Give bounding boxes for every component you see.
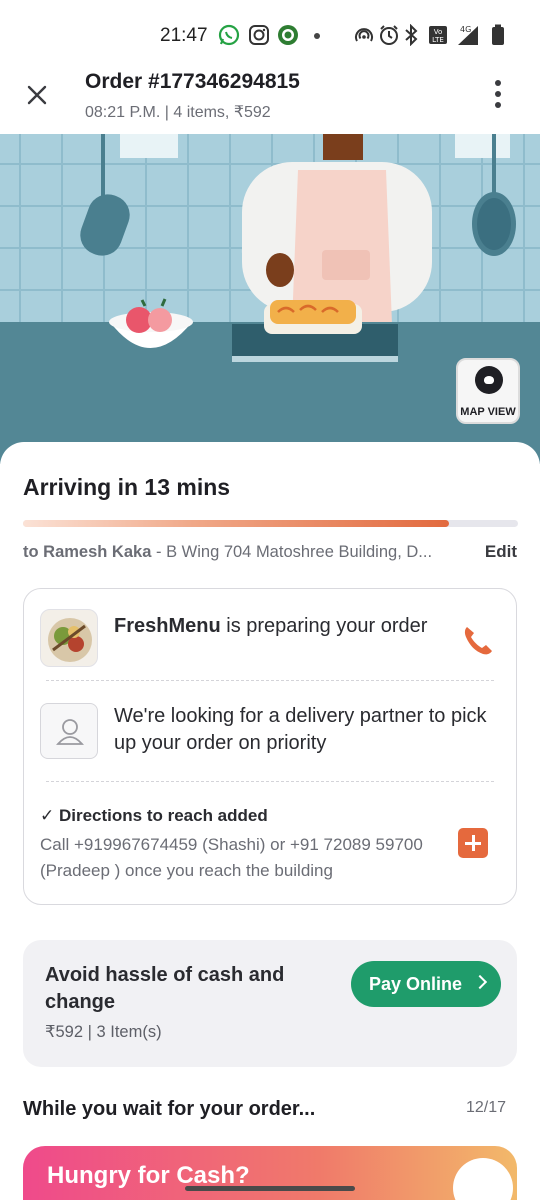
hotspot-icon: [355, 28, 373, 42]
preparing-status: FreshMenu is preparing your order: [114, 613, 444, 639]
call-restaurant-icon[interactable]: [458, 621, 498, 661]
whatsapp-icon: [218, 24, 240, 46]
pay-online-button[interactable]: Pay Online: [351, 961, 501, 1007]
dot-icon: [314, 33, 320, 39]
address-separator: -: [151, 543, 167, 561]
address-text: B Wing 704 Matoshree Building, D...: [166, 543, 433, 561]
delivery-address[interactable]: to Ramesh Kaka - B Wing 704 Matoshree Bu…: [23, 543, 453, 562]
signal-icon: 4G: [458, 25, 478, 45]
order-title: Order #177346294815: [85, 70, 300, 93]
battery-icon: [492, 24, 504, 45]
edit-address-button[interactable]: Edit: [485, 542, 517, 562]
add-directions-button[interactable]: [458, 828, 488, 858]
volte-icon: VoLTE: [429, 26, 447, 44]
more-options-button[interactable]: [488, 80, 508, 114]
directions-text: Call +919967674459 (Shashi) or +91 72089…: [40, 835, 423, 880]
restaurant-thumbnail: [40, 609, 98, 667]
section-divider: [46, 680, 494, 681]
svg-text:LTE: LTE: [432, 36, 444, 44]
order-status-card: FreshMenu is preparing your order We're …: [23, 588, 517, 905]
map-view-button[interactable]: MAP VIEW: [456, 358, 520, 424]
order-subtitle: 08:21 P.M. | 4 items, ₹592: [85, 104, 271, 121]
carousel-counter: 12/17: [465, 1099, 506, 1116]
home-indicator[interactable]: [185, 1186, 355, 1191]
recipient-name: to Ramesh Kaka: [23, 543, 152, 561]
restaurant-name: FreshMenu: [114, 615, 221, 637]
eta-heading: Arriving in 13 mins: [23, 474, 231, 500]
order-header: Order #177346294815 08:21 P.M. | 4 items…: [0, 60, 540, 134]
app-icon: [278, 25, 298, 45]
preparing-text: is preparing your order: [220, 615, 428, 637]
promo-badge-icon: [453, 1158, 513, 1200]
close-button[interactable]: [22, 80, 52, 110]
alarm-icon: [380, 25, 398, 45]
delivery-progress-bar: [23, 520, 518, 527]
chevron-right-icon: [472, 974, 488, 990]
section-divider: [46, 781, 494, 782]
bluetooth-icon: [405, 24, 418, 46]
network-label: 4G: [460, 25, 471, 34]
pay-online-card: Avoid hassle of cash and change ₹592 | 3…: [23, 940, 517, 1067]
pay-card-title: Avoid hassle of cash and change: [45, 964, 285, 1013]
pay-online-label: Pay Online: [369, 974, 463, 994]
delivery-progress-fill: [23, 520, 449, 527]
status-time: 21:47: [160, 25, 208, 46]
order-tracking-sheet: Arriving in 13 mins to Ramesh Kaka - B W…: [0, 442, 540, 1200]
food-image-icon: [48, 618, 92, 662]
map-view-label: MAP VIEW: [460, 406, 516, 418]
partner-search-text: We're looking for a delivery partner to …: [114, 705, 487, 754]
person-icon: [56, 719, 84, 745]
instagram-icon: [249, 25, 269, 45]
promo-banner[interactable]: Hungry for Cash?: [23, 1146, 517, 1200]
svg-text:Vo: Vo: [434, 28, 443, 36]
map-pin-icon: [475, 366, 503, 394]
directions-title: ✓ Directions to reach added: [40, 806, 268, 825]
while-you-wait-heading: While you wait for your order...: [23, 1098, 316, 1120]
delivery-partner-placeholder: [40, 703, 98, 759]
pay-card-summary: ₹592 | 3 Item(s): [45, 1023, 162, 1041]
